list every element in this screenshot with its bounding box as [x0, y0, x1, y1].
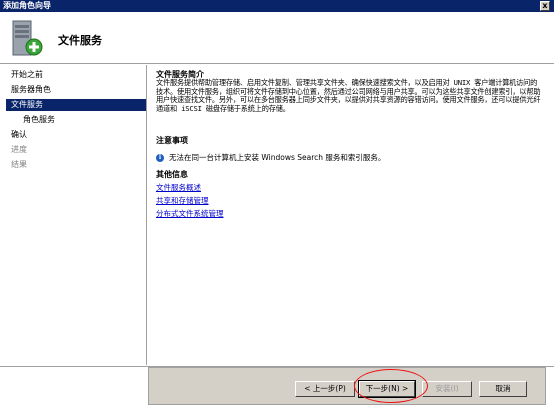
cancel-button[interactable]: 取消 — [479, 381, 527, 397]
nav-item-confirmation[interactable]: 确认 — [6, 129, 146, 141]
nav-item-role-services[interactable]: 角色服务 — [6, 114, 146, 126]
close-button[interactable]: x — [540, 1, 550, 11]
wizard-header: 文件服务 — [0, 12, 554, 64]
nav-item-before-you-begin[interactable]: 开始之前 — [6, 69, 146, 81]
info-icon: i — [156, 153, 164, 162]
window-titlebar: 添加角色向导 x — [0, 0, 554, 12]
wizard-footer: < 上一步(P) 下一步(N) > 安装(I) 取消 — [0, 366, 554, 408]
nav-item-progress: 进度 — [11, 145, 27, 154]
link-dfs-management[interactable]: 分布式文件系统管理 — [156, 208, 224, 219]
nav-item-file-services[interactable]: 文件服务 — [6, 99, 146, 111]
previous-button[interactable]: < 上一步(P) — [295, 381, 355, 397]
window-title: 添加角色向导 — [3, 1, 51, 10]
wizard-steps-nav: 开始之前 服务器角色 文件服务 角色服务 确认 进度 结果 — [6, 65, 146, 365]
nav-item-server-roles[interactable]: 服务器角色 — [6, 84, 146, 96]
link-file-services-overview[interactable]: 文件服务概述 — [156, 182, 201, 193]
nav-item-results: 结果 — [11, 160, 27, 169]
pane-divider — [146, 65, 147, 365]
intro-text: 文件服务提供帮助管理存储、启用文件复制、管理共享文件夹、确保快速搜索文件，以及启… — [156, 78, 541, 113]
next-button[interactable]: 下一步(N) > — [358, 380, 416, 398]
wizard-content: 文件服务简介 文件服务提供帮助管理存储、启用文件复制、管理共享文件夹、确保快速搜… — [150, 65, 546, 365]
note-text: 无法在同一台计算机上安装 Windows Search 服务和索引服务。 — [169, 153, 386, 162]
install-button: 安装(I) — [422, 381, 472, 397]
page-title: 文件服务 — [58, 34, 102, 47]
note-row: i 无法在同一台计算机上安装 Windows Search 服务和索引服务。 — [156, 152, 385, 163]
button-bar: < 上一步(P) 下一步(N) > 安装(I) 取消 — [148, 367, 546, 405]
more-info-heading: 其他信息 — [156, 170, 188, 179]
notes-heading: 注意事项 — [156, 136, 188, 145]
link-share-storage-management[interactable]: 共享和存储管理 — [156, 195, 209, 206]
server-with-plus-icon — [12, 20, 43, 56]
